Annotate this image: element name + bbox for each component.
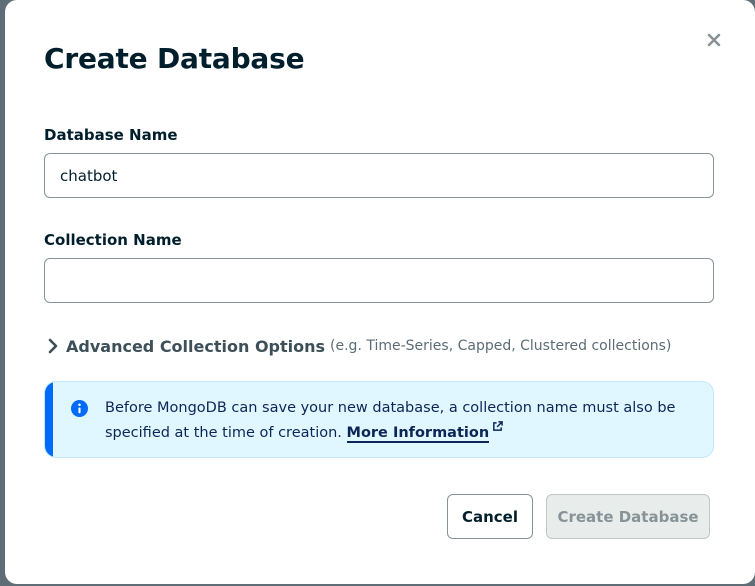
chevron-right-icon <box>46 336 60 356</box>
info-icon <box>71 400 88 417</box>
create-database-dialog: Create Database Database Name Collection… <box>5 0 755 584</box>
database-name-input[interactable] <box>44 153 714 198</box>
more-information-label: More Information <box>346 425 490 441</box>
banner-accent-bar <box>45 382 53 457</box>
close-icon <box>707 33 721 47</box>
collection-name-input[interactable] <box>44 258 714 303</box>
create-database-button[interactable]: Create Database <box>546 494 710 539</box>
more-information-link[interactable]: More Information <box>346 425 490 443</box>
close-button[interactable] <box>705 29 723 51</box>
advanced-options-title: Advanced Collection Options <box>66 336 326 356</box>
database-name-label: Database Name <box>44 126 178 144</box>
info-banner: Before MongoDB can save your new databas… <box>44 381 714 458</box>
cancel-button[interactable]: Cancel <box>447 494 533 539</box>
dialog-title: Create Database <box>44 42 305 75</box>
advanced-collection-options-toggle[interactable]: Advanced Collection Options (e.g. Time-S… <box>46 336 671 356</box>
advanced-options-hint: (e.g. Time-Series, Capped, Clustered col… <box>330 338 672 354</box>
external-link-icon <box>493 421 503 431</box>
info-banner-text: Before MongoDB can save your new databas… <box>105 396 705 446</box>
collection-name-label: Collection Name <box>44 231 182 249</box>
